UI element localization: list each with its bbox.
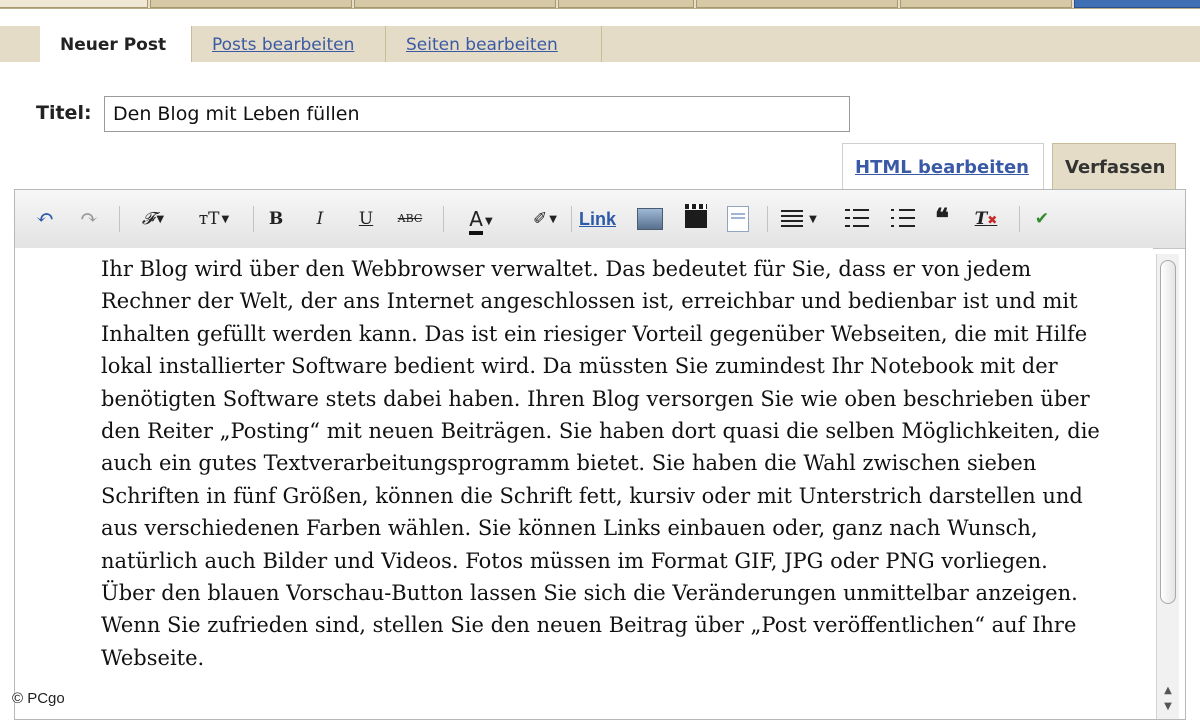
scroll-down-icon[interactable]: ▼ — [1161, 700, 1175, 714]
main-tab[interactable] — [150, 0, 352, 8]
image-icon[interactable] — [637, 208, 663, 230]
post-editor: ↶ ↷ 𝓕 ▼ тT ▼ B I U ABC A ▼ ✐ ▼ Link ▼ ❝ … — [14, 189, 1186, 720]
scroll-up-icon[interactable]: ▲ — [1161, 684, 1175, 698]
main-tab[interactable] — [558, 0, 694, 8]
tab-new-post[interactable]: Neuer Post — [40, 26, 192, 62]
tab-edit-html[interactable]: HTML bearbeiten — [842, 143, 1044, 190]
title-label: Titel: — [36, 102, 92, 124]
video-icon[interactable] — [685, 204, 707, 228]
highlight-color-button[interactable]: ✐ ▼ — [519, 204, 571, 234]
font-icon: 𝓕 — [141, 209, 155, 229]
main-tab-blue[interactable] — [1074, 0, 1200, 8]
main-tab[interactable] — [696, 0, 898, 8]
bold-button[interactable]: B — [263, 204, 289, 234]
spellcheck-icon[interactable]: ✔ — [1027, 204, 1057, 234]
align-icon[interactable] — [781, 210, 803, 228]
text-color-button[interactable]: A ▼ — [451, 204, 511, 235]
title-input[interactable] — [104, 96, 850, 132]
bullet-list-icon[interactable] — [891, 209, 915, 229]
jump-break-icon[interactable] — [727, 206, 749, 232]
editor-toolbar: ↶ ↷ 𝓕 ▼ тT ▼ B I U ABC A ▼ ✐ ▼ Link ▼ ❝ … — [15, 190, 1185, 249]
numbered-list-icon[interactable] — [845, 209, 869, 229]
post-body-text: Ihr Blog wird über den Webbrowser verwal… — [101, 257, 1100, 670]
clear-format-label: T — [974, 209, 988, 229]
strikethrough-button[interactable]: ABC — [393, 204, 427, 234]
font-family-button[interactable]: 𝓕 ▼ — [129, 204, 177, 234]
toolbar-divider — [119, 206, 120, 232]
main-tab-strip — [0, 0, 1200, 9]
undo-icon[interactable]: ↶ — [31, 204, 59, 234]
watermark-copyright: © PCgo — [12, 690, 65, 707]
chevron-down-icon: ▼ — [156, 213, 165, 225]
link-button[interactable]: Link — [579, 204, 616, 234]
chevron-down-icon: ▼ — [221, 213, 230, 225]
editor-content-area[interactable]: Ihr Blog wird über den Webbrowser verwal… — [15, 248, 1153, 719]
italic-button[interactable]: I — [307, 204, 333, 234]
toolbar-divider — [571, 206, 572, 232]
main-tab[interactable] — [354, 0, 556, 8]
underline-button[interactable]: U — [353, 204, 379, 234]
remove-formatting-icon[interactable]: T✖ — [971, 204, 1001, 234]
tab-compose[interactable]: Verfassen — [1052, 143, 1176, 190]
align-dropdown[interactable]: ▼ — [805, 204, 819, 234]
editor-scrollbar[interactable]: ▲ ▼ — [1156, 254, 1179, 719]
tab-edit-posts[interactable]: Posts bearbeiten — [192, 26, 386, 62]
blockquote-icon[interactable]: ❝ — [927, 204, 957, 234]
toolbar-divider — [253, 206, 254, 232]
redo-icon[interactable]: ↷ — [75, 204, 103, 234]
toolbar-divider — [767, 206, 768, 232]
toolbar-divider — [443, 206, 444, 232]
text-color-icon: A — [469, 207, 483, 235]
chevron-down-icon: ▼ — [549, 213, 557, 225]
font-size-button[interactable]: тT ▼ — [187, 204, 241, 234]
chevron-down-icon: ▼ — [809, 213, 817, 225]
toolbar-divider — [1019, 206, 1020, 232]
font-size-icon: тT — [198, 209, 220, 229]
tab-edit-pages[interactable]: Seiten bearbeiten — [386, 26, 602, 62]
main-tab[interactable] — [0, 0, 148, 8]
main-tab[interactable] — [900, 0, 1072, 8]
chevron-down-icon: ▼ — [484, 215, 493, 227]
scrollbar-thumb[interactable] — [1160, 260, 1176, 604]
highlight-pen-icon: ✐ — [533, 209, 548, 229]
subtab-bar: Neuer Post Posts bearbeiten Seiten bearb… — [0, 26, 1200, 62]
